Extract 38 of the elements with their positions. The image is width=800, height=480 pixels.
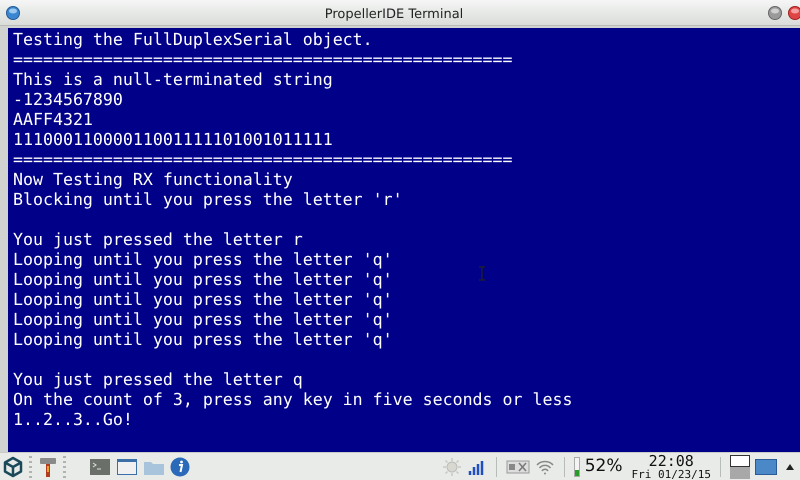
terminal-line: Looping until you press the letter 'q' [13, 310, 393, 329]
terminal-line: This is a null-terminated string [13, 70, 333, 89]
terminal-line: Now Testing RX functionality [13, 170, 293, 189]
text-cursor-icon [478, 266, 486, 281]
up-arrow-icon[interactable] [786, 464, 794, 470]
clock-time: 22:08 [648, 454, 694, 468]
terminal-line: Looping until you press the letter 'q' [13, 290, 393, 309]
window-menu-icon[interactable] [6, 6, 20, 20]
terminal-line: ================================================== [13, 50, 513, 69]
terminal-line: You just pressed the letter r [13, 230, 303, 249]
terminal-line: Looping until you press the letter 'q' [13, 270, 393, 289]
hammer-icon[interactable] [38, 456, 58, 478]
handle-icon [29, 456, 33, 478]
terminal-line: Blocking until you press the letter 'r' [13, 190, 403, 209]
clock-date: Fri 01/23/15 [632, 468, 711, 480]
terminal-line: -1234567890 [13, 90, 123, 109]
terminal-line: 1..2..3..Go! [13, 410, 133, 429]
terminal-icon[interactable] [89, 456, 111, 476]
terminal-line: Looping until you press the letter 'q' [13, 330, 393, 349]
window-preview-icon[interactable] [755, 458, 777, 474]
battery-percentage: 52% [584, 454, 623, 478]
terminal-line: On the count of 3, press any key in five seconds or less [13, 390, 572, 409]
terminal-line: 11100011000011001111101001011111 [13, 130, 333, 149]
cube-icon[interactable] [2, 456, 24, 478]
close-icon[interactable] [788, 6, 800, 20]
terminal-line: You just pressed the letter q [13, 370, 303, 389]
terminal-line: Testing the FullDuplexSerial object. [13, 30, 373, 49]
desktop-pager-icon[interactable] [730, 454, 750, 478]
terminal-line: AAFF4321 [13, 110, 93, 129]
terminal-line: ================================================== [13, 150, 513, 169]
window-title: PropellerIDE Terminal [324, 6, 464, 22]
terminal-line: Looping until you press the letter 'q' [13, 250, 393, 269]
handle-icon [63, 456, 67, 478]
battery-disconnected-icon[interactable] [506, 458, 530, 474]
battery-level-icon [574, 456, 580, 476]
minimize-icon[interactable] [768, 6, 782, 20]
info-icon[interactable] [170, 456, 190, 476]
wifi-icon[interactable] [534, 458, 555, 474]
